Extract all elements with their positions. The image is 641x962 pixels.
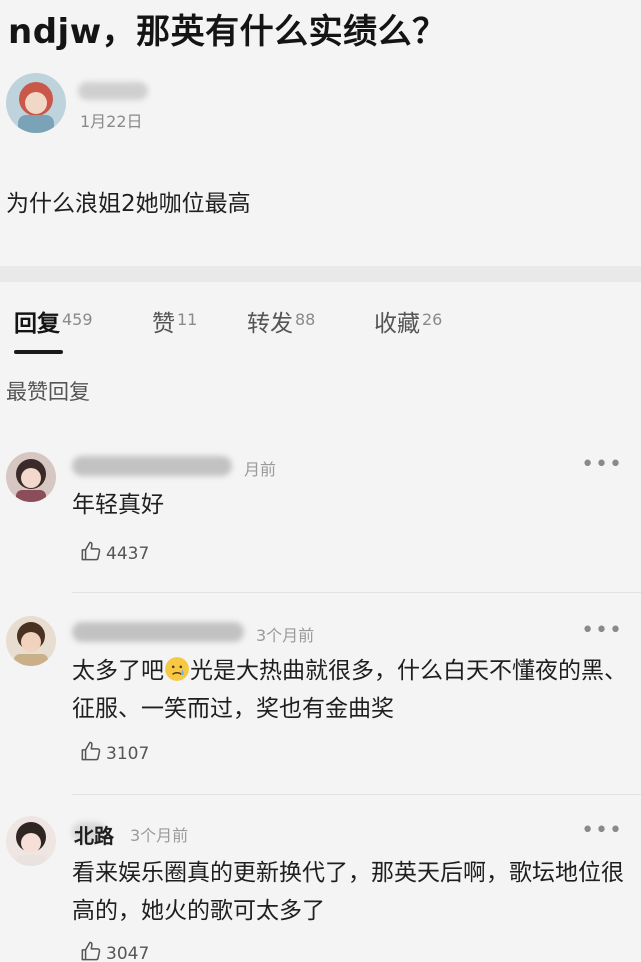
author-avatar[interactable] [6, 73, 66, 133]
section-divider [0, 266, 641, 282]
tab-count: 459 [62, 310, 93, 329]
commenter-avatar[interactable] [6, 616, 56, 666]
post-page: ndjw，那英有什么实绩么？ 1月22日 为什么浪姐2她咖位最高 回复 459 赞… [0, 0, 641, 962]
comment-text: 太多了吧 光是大热曲就很多，什么白天不懂夜的黑、征服、一笑而过，奖也有金曲奖 [72, 652, 632, 728]
more-options-button[interactable]: ••• [581, 452, 623, 477]
tab-favorites[interactable]: 收藏 26 [374, 304, 442, 338]
tab-label: 收藏 [374, 311, 420, 337]
worried-face-emoji-icon [165, 657, 189, 681]
comment-text-part: 太多了吧 [72, 658, 164, 684]
thumbs-up-icon [78, 938, 104, 962]
commenter-name-blurred[interactable] [72, 622, 244, 642]
comment-text: 年轻真好 [72, 492, 164, 518]
tab-count: 11 [177, 310, 198, 329]
commenter-avatar[interactable] [6, 816, 56, 866]
more-options-button[interactable]: ••• [581, 618, 623, 643]
comment-divider [72, 794, 641, 795]
post-title: ndjw，那英有什么实绩么？ [8, 12, 447, 52]
commenter-avatar[interactable] [6, 452, 56, 502]
like-button[interactable]: 3107 [78, 738, 149, 769]
commenter-name[interactable]: 北路 [74, 820, 114, 849]
author-name-blurred[interactable] [78, 82, 148, 100]
comment-time: 3个月前 [256, 626, 315, 645]
more-options-button[interactable]: ••• [581, 818, 623, 843]
tab-count: 88 [295, 310, 316, 329]
comment-divider [72, 592, 641, 593]
like-button[interactable]: 3047 [78, 938, 149, 962]
thumbs-up-icon [78, 538, 104, 569]
tab-label: 回复 [14, 311, 60, 337]
tab-label: 赞 [152, 311, 175, 337]
like-count: 3107 [106, 743, 150, 764]
comment-text: 看来娱乐圈真的更新换代了，那英天后啊，歌坛地位很高的，她火的歌可太多了 [72, 860, 624, 924]
post-body: 为什么浪姐2她咖位最高 [6, 191, 251, 217]
active-tab-indicator [14, 350, 63, 354]
tab-likes[interactable]: 赞 11 [152, 304, 197, 338]
like-count: 4437 [106, 543, 150, 564]
top-replies-label: 最赞回复 [6, 380, 90, 404]
comment-time: 月前 [244, 460, 277, 479]
comment-time: 3个月前 [130, 826, 189, 845]
like-count: 3047 [106, 943, 150, 962]
post-tabs: 回复 459 赞 11 转发 88 收藏 26 [0, 296, 641, 356]
tab-reposts[interactable]: 转发 88 [247, 304, 315, 338]
tab-count: 26 [422, 310, 443, 329]
thumbs-up-icon [78, 738, 104, 769]
tab-label: 转发 [247, 311, 293, 337]
tab-replies[interactable]: 回复 459 [14, 304, 93, 338]
like-button[interactable]: 4437 [78, 538, 149, 569]
commenter-name-blurred[interactable] [72, 456, 232, 476]
post-date: 1月22日 [80, 112, 143, 131]
